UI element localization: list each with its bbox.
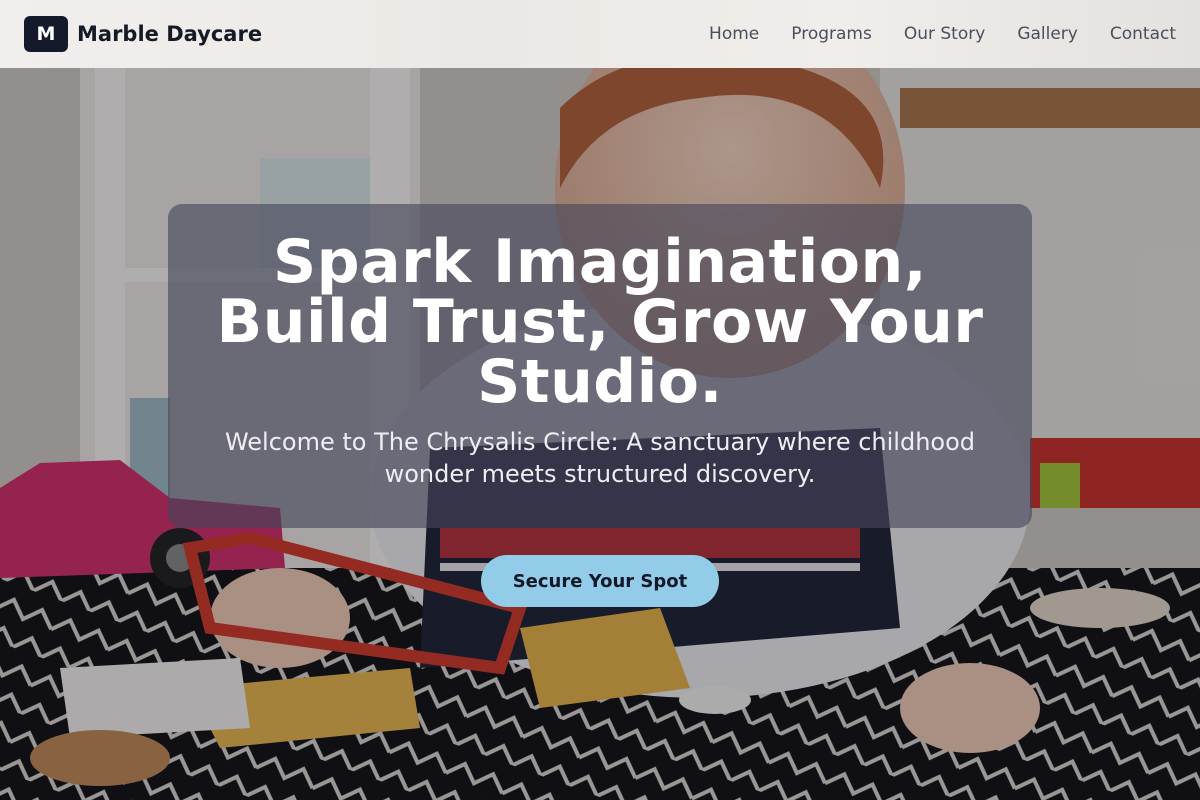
nav-link-our-story[interactable]: Our Story: [904, 24, 985, 44]
hero-title: Spark Imagination, Build Trust, Grow You…: [216, 227, 984, 417]
nav-link-programs[interactable]: Programs: [791, 24, 872, 44]
brand-name[interactable]: Marble Daycare: [77, 22, 262, 46]
nav-link-home[interactable]: Home: [709, 24, 759, 44]
main-nav: Home Programs Our Story Gallery Contact: [709, 24, 1176, 44]
hero-subtitle: Welcome to The Chrysalis Circle: A sanct…: [224, 428, 976, 488]
brand[interactable]: M Marble Daycare: [24, 16, 262, 52]
secure-your-spot-button[interactable]: Secure Your Spot: [481, 555, 719, 607]
nav-link-contact[interactable]: Contact: [1110, 24, 1176, 44]
nav-link-gallery[interactable]: Gallery: [1017, 24, 1078, 44]
site-header: M Marble Daycare Home Programs Our Story…: [0, 0, 1200, 68]
brand-logo-icon[interactable]: M: [24, 16, 68, 52]
hero-card: Spark Imagination, Build Trust, Grow You…: [168, 204, 1032, 528]
